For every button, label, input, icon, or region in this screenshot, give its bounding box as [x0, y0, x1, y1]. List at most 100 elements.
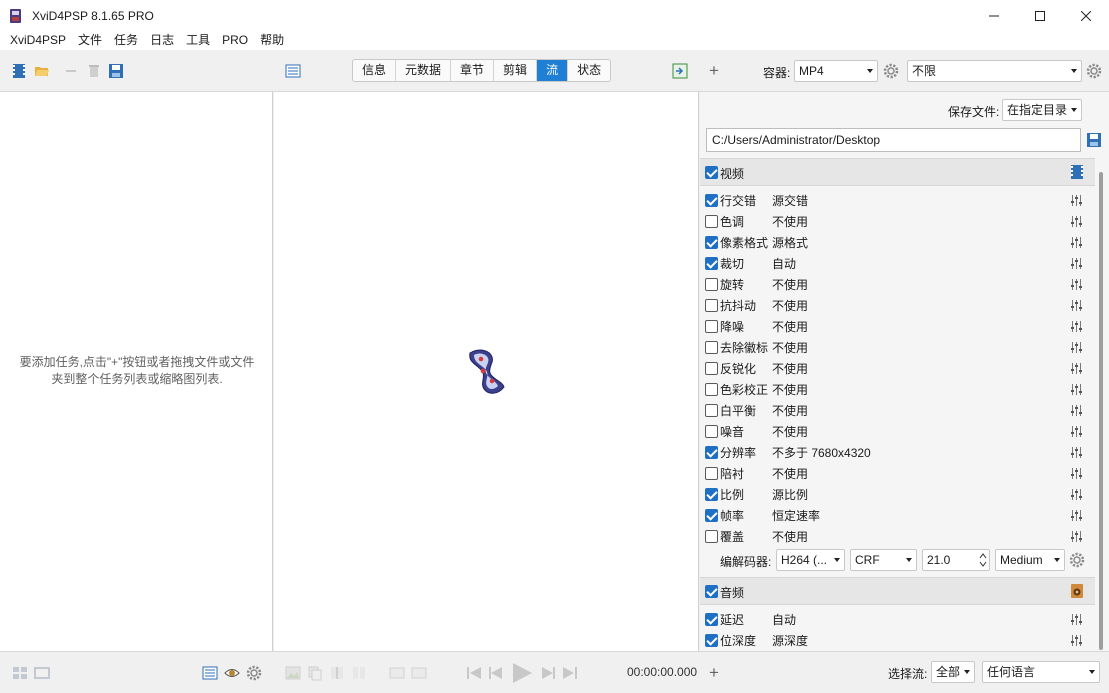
- adjust-sliders-icon[interactable]: [1070, 194, 1083, 207]
- play-icon[interactable]: [510, 661, 534, 685]
- menu-task[interactable]: 任务: [108, 31, 144, 50]
- filter-checkbox[interactable]: [705, 341, 718, 354]
- filter-value[interactable]: 不使用: [772, 528, 808, 545]
- filter-value[interactable]: 自动: [772, 255, 796, 272]
- filter-checkbox[interactable]: [705, 362, 718, 375]
- filter-row[interactable]: 降噪 不使用: [700, 316, 1095, 337]
- add-stream-button[interactable]: +: [709, 61, 719, 81]
- filter-value[interactable]: 不使用: [772, 465, 808, 482]
- skip-start-icon[interactable]: [466, 665, 482, 681]
- adjust-sliders-icon[interactable]: [1070, 383, 1083, 396]
- filter-row[interactable]: 裁切 自动: [700, 253, 1095, 274]
- filter-checkbox[interactable]: [705, 509, 718, 522]
- adjust-sliders-icon[interactable]: [1070, 341, 1083, 354]
- menu-file[interactable]: 文件: [72, 31, 108, 50]
- filter-checkbox[interactable]: [705, 383, 718, 396]
- image-icon[interactable]: [285, 665, 301, 681]
- add-marker-button[interactable]: +: [709, 663, 719, 683]
- minimize-button[interactable]: [971, 0, 1017, 31]
- filter-row[interactable]: 白平衡 不使用: [700, 400, 1095, 421]
- filter-value[interactable]: 源比例: [772, 486, 808, 503]
- container-select[interactable]: MP4: [794, 60, 878, 82]
- adjust-sliders-icon[interactable]: [1070, 467, 1083, 480]
- filter-checkbox[interactable]: [705, 404, 718, 417]
- filter-row[interactable]: 行交错 源交错: [700, 190, 1095, 211]
- limit-settings-gear-icon[interactable]: [1086, 63, 1102, 79]
- filter-value[interactable]: 源深度: [772, 632, 808, 649]
- filter-checkbox[interactable]: [705, 467, 718, 480]
- save-location-select[interactable]: 在指定目录: [1002, 99, 1082, 121]
- thumbnail-view-icon[interactable]: [12, 665, 28, 681]
- codec-select[interactable]: H264 (...: [776, 549, 845, 571]
- adjust-sliders-icon[interactable]: [1070, 488, 1083, 501]
- marker-icon[interactable]: [329, 665, 345, 681]
- filter-checkbox[interactable]: [705, 257, 718, 270]
- adjust-sliders-icon[interactable]: [1070, 362, 1083, 375]
- tab-metadata[interactable]: 元数据: [396, 60, 452, 81]
- adjust-sliders-icon[interactable]: [1070, 320, 1083, 333]
- language-select[interactable]: 任何语言: [982, 661, 1100, 683]
- output-path-field[interactable]: C:/Users/Administrator/Desktop: [706, 128, 1081, 152]
- menu-log[interactable]: 日志: [144, 31, 180, 50]
- split-icon[interactable]: [351, 665, 367, 681]
- filter-row[interactable]: 分辨率 不多于 7680x4320: [700, 442, 1095, 463]
- adjust-sliders-icon[interactable]: [1070, 530, 1083, 543]
- adjust-sliders-icon[interactable]: [1070, 257, 1083, 270]
- close-button[interactable]: [1063, 0, 1109, 31]
- skip-end-icon[interactable]: [562, 665, 578, 681]
- adjust-sliders-icon[interactable]: [1070, 278, 1083, 291]
- tab-chapters[interactable]: 章节: [451, 60, 495, 81]
- filter-row[interactable]: 反锐化 不使用: [700, 358, 1095, 379]
- filter-checkbox[interactable]: [705, 425, 718, 438]
- import-icon[interactable]: [672, 63, 688, 79]
- save-icon[interactable]: [108, 63, 124, 79]
- adjust-sliders-icon[interactable]: [1070, 299, 1083, 312]
- filter-value[interactable]: 不使用: [772, 360, 808, 377]
- browse-save-icon[interactable]: [1086, 132, 1102, 148]
- adjust-sliders-icon[interactable]: [1070, 236, 1083, 249]
- filter-value[interactable]: 自动: [772, 611, 796, 628]
- maximize-button[interactable]: [1017, 0, 1063, 31]
- mark-a-icon[interactable]: [389, 665, 405, 681]
- filter-checkbox[interactable]: [705, 613, 718, 626]
- filter-checkbox[interactable]: [705, 530, 718, 543]
- filter-checkbox[interactable]: [705, 278, 718, 291]
- filter-value[interactable]: 不使用: [772, 276, 808, 293]
- open-folder-icon[interactable]: [34, 63, 50, 79]
- preview-settings-gear-icon[interactable]: [246, 665, 262, 681]
- tab-status[interactable]: 状态: [568, 60, 610, 81]
- adjust-sliders-icon[interactable]: [1070, 404, 1083, 417]
- remove-icon[interactable]: [63, 63, 79, 79]
- eye-icon[interactable]: [224, 665, 240, 681]
- filter-value[interactable]: 源交错: [772, 192, 808, 209]
- filter-checkbox[interactable]: [705, 194, 718, 207]
- filter-checkbox[interactable]: [705, 488, 718, 501]
- filter-value[interactable]: 不使用: [772, 339, 808, 356]
- audio-section-header[interactable]: 音频: [700, 577, 1095, 605]
- size-limit-select[interactable]: 不限: [907, 60, 1082, 82]
- container-settings-gear-icon[interactable]: [883, 63, 899, 79]
- filter-row[interactable]: 延迟 自动: [700, 609, 1095, 630]
- filter-row[interactable]: 位深度 源深度: [700, 630, 1095, 651]
- stream-select[interactable]: 全部: [931, 661, 975, 683]
- filter-row[interactable]: 色彩校正 不使用: [700, 379, 1095, 400]
- filter-value[interactable]: 不使用: [772, 402, 808, 419]
- film-add-icon[interactable]: [11, 63, 27, 79]
- filter-value[interactable]: 不使用: [772, 213, 808, 230]
- spin-arrows-icon[interactable]: [979, 552, 987, 568]
- filter-checkbox[interactable]: [705, 446, 718, 459]
- filter-checkbox[interactable]: [705, 215, 718, 228]
- menu-tools[interactable]: 工具: [180, 31, 216, 50]
- filter-row[interactable]: 帧率 恒定速率: [700, 505, 1095, 526]
- preset-select[interactable]: Medium: [995, 549, 1065, 571]
- filter-row[interactable]: 比例 源比例: [700, 484, 1095, 505]
- tab-streams[interactable]: 流: [537, 60, 569, 81]
- adjust-sliders-icon[interactable]: [1070, 215, 1083, 228]
- filter-value[interactable]: 不使用: [772, 297, 808, 314]
- encoder-settings-gear-icon[interactable]: [1069, 552, 1085, 568]
- quality-stepper[interactable]: 21.0: [922, 549, 990, 571]
- task-list-icon[interactable]: [285, 63, 301, 79]
- filter-checkbox[interactable]: [705, 634, 718, 647]
- adjust-sliders-icon[interactable]: [1070, 425, 1083, 438]
- filter-checkbox[interactable]: [705, 236, 718, 249]
